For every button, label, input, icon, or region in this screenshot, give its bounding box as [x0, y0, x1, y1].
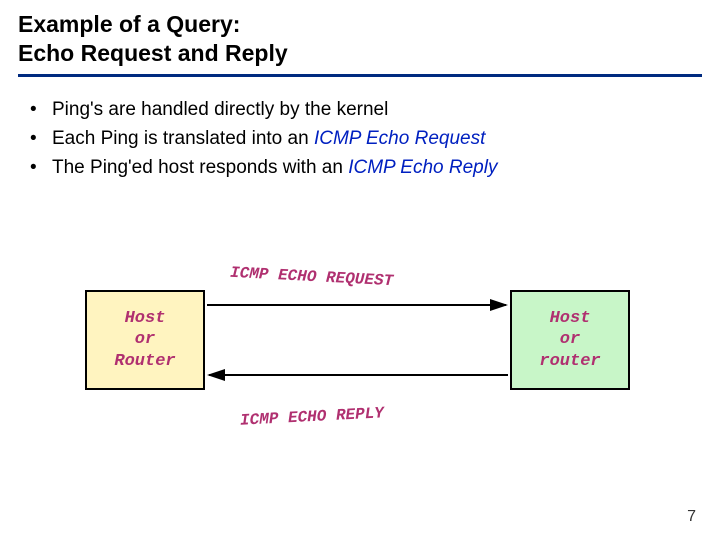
arrows-svg — [0, 250, 720, 450]
bullet-text: The Ping'ed host responds with an — [52, 157, 348, 178]
page-number: 7 — [687, 508, 696, 526]
title-line-2: Echo Request and Reply — [18, 39, 720, 68]
title-line-1: Example of a Query: — [18, 10, 720, 39]
bullet-item: The Ping'ed host responds with an ICMP E… — [30, 153, 720, 182]
bullet-list: Ping's are handled directly by the kerne… — [30, 95, 720, 183]
slide-title: Example of a Query: Echo Request and Rep… — [0, 0, 720, 68]
bullet-emphasis: ICMP Echo Reply — [348, 157, 497, 178]
bullet-item: Each Ping is translated into an ICMP Ech… — [30, 124, 720, 153]
bullet-text: Ping's are handled directly by the kerne… — [52, 99, 388, 120]
title-underline — [18, 74, 702, 77]
bullet-emphasis: ICMP Echo Request — [314, 128, 485, 149]
bullet-item: Ping's are handled directly by the kerne… — [30, 95, 720, 124]
echo-diagram: Host or Router Host or router ICMP ECHO … — [0, 250, 720, 450]
bullet-text: Each Ping is translated into an — [52, 128, 314, 149]
